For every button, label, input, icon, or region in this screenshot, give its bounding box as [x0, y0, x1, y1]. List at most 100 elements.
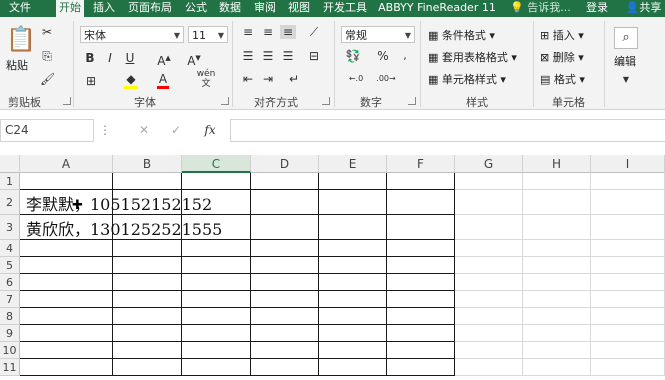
grid-cell[interactable] — [319, 308, 387, 325]
grid-cell[interactable] — [113, 257, 182, 274]
conditional-format-button[interactable]: ▦ 条件格式 ▾ — [428, 27, 495, 43]
grid-cell[interactable] — [20, 291, 113, 308]
grid-cell[interactable] — [319, 325, 387, 342]
grid-cell[interactable] — [387, 325, 455, 342]
grid-cell[interactable] — [251, 291, 319, 308]
grid-cell[interactable] — [523, 190, 591, 215]
grid-cell[interactable] — [20, 359, 113, 376]
tab-developer[interactable]: 开发工具 — [319, 0, 371, 17]
grid-cell[interactable] — [113, 291, 182, 308]
increase-indent-icon[interactable]: ⇥ — [260, 72, 276, 86]
grid-cell[interactable] — [523, 308, 591, 325]
align-left-icon[interactable]: ☰ — [240, 49, 256, 63]
cell-a3[interactable]: 黄欣欣，1301252521555 — [26, 216, 222, 240]
tab-data[interactable]: 数据 — [216, 0, 244, 17]
row-header[interactable]: 5 — [0, 257, 20, 274]
column-header[interactable]: A — [20, 155, 113, 173]
grid-cell[interactable] — [319, 173, 387, 190]
grid-cell[interactable] — [251, 215, 319, 240]
grid-cell[interactable] — [319, 257, 387, 274]
grid-cell[interactable] — [455, 274, 523, 291]
login-link[interactable]: 登录 — [583, 0, 611, 17]
align-center-icon[interactable]: ☰ — [260, 49, 276, 63]
row-header[interactable]: 3 — [0, 215, 20, 240]
grid-cell[interactable] — [455, 215, 523, 240]
grid-cell[interactable] — [182, 308, 251, 325]
grow-font-icon[interactable]: A▲ — [150, 51, 178, 68]
clipboard-launcher-icon[interactable] — [63, 97, 71, 105]
tab-view[interactable]: 视图 — [285, 0, 313, 17]
row-header[interactable]: 8 — [0, 308, 20, 325]
grid-cell[interactable] — [387, 342, 455, 359]
phonetic-icon[interactable]: wén 文 — [194, 69, 218, 89]
shrink-font-icon[interactable]: A▼ — [180, 51, 208, 68]
grid-cell[interactable] — [523, 215, 591, 240]
grid-cell[interactable] — [591, 215, 665, 240]
grid-cell[interactable] — [319, 215, 387, 240]
grid-cell[interactable] — [20, 325, 113, 342]
grid-cell[interactable] — [251, 274, 319, 291]
grid-cell[interactable] — [591, 342, 665, 359]
grid-cell[interactable] — [523, 291, 591, 308]
grid-cell[interactable] — [319, 359, 387, 376]
grid-cell[interactable] — [387, 215, 455, 240]
grid-cell[interactable] — [455, 173, 523, 190]
paste-button[interactable]: 粘贴 — [6, 57, 28, 73]
cell-styles-button[interactable]: ▦ 单元格样式 ▾ — [428, 71, 506, 87]
grid-cell[interactable] — [455, 325, 523, 342]
grid-cell[interactable] — [455, 190, 523, 215]
percent-icon[interactable]: % — [376, 49, 390, 63]
grid-cell[interactable] — [319, 274, 387, 291]
column-header[interactable]: B — [113, 155, 182, 173]
grid-cell[interactable] — [523, 274, 591, 291]
column-header[interactable]: F — [387, 155, 455, 173]
alignment-launcher-icon[interactable] — [322, 97, 330, 105]
grid-cell[interactable] — [387, 308, 455, 325]
grid-cell[interactable] — [251, 325, 319, 342]
grid-cell[interactable] — [113, 359, 182, 376]
grid-cell[interactable] — [455, 308, 523, 325]
grid-cell[interactable] — [319, 342, 387, 359]
grid-cell[interactable] — [387, 173, 455, 190]
grid-cell[interactable] — [113, 342, 182, 359]
grid-cell[interactable] — [387, 240, 455, 257]
editing-button[interactable]: 编辑 — [614, 53, 636, 69]
grid-cell[interactable] — [113, 173, 182, 190]
grid-cell[interactable] — [182, 359, 251, 376]
select-all-corner[interactable] — [0, 155, 20, 173]
enter-icon[interactable]: ✓ — [170, 123, 182, 137]
row-header[interactable]: 10 — [0, 342, 20, 359]
grid-cell[interactable] — [523, 342, 591, 359]
grid-cell[interactable] — [523, 257, 591, 274]
grid-cell[interactable] — [113, 308, 182, 325]
grid-cell[interactable] — [182, 291, 251, 308]
grid-cell[interactable] — [113, 325, 182, 342]
grid-cell[interactable] — [591, 325, 665, 342]
tab-formulas[interactable]: 公式 — [182, 0, 210, 17]
italic-icon[interactable]: I — [104, 51, 116, 65]
grid-cell[interactable] — [113, 274, 182, 291]
grid-cell[interactable] — [387, 257, 455, 274]
underline-icon[interactable]: U — [124, 51, 136, 65]
tab-abbyy[interactable]: ABBYY FineReader 11 — [376, 0, 498, 17]
number-launcher-icon[interactable] — [408, 97, 416, 105]
tell-me-search[interactable]: 💡 告诉我... — [510, 0, 571, 17]
align-middle-icon[interactable]: ≡ — [260, 25, 276, 39]
grid-cell[interactable] — [455, 342, 523, 359]
grid-cell[interactable] — [182, 342, 251, 359]
grid-cell[interactable] — [251, 342, 319, 359]
cell-a2[interactable]: 李默默，105152152152 — [26, 191, 212, 215]
paste-icon[interactable]: 📋 — [6, 25, 36, 53]
cut-icon[interactable]: ✂ — [40, 25, 54, 39]
magnifier-icon[interactable]: ⌕ — [614, 27, 638, 49]
column-header[interactable]: H — [523, 155, 591, 173]
grid-cell[interactable] — [591, 359, 665, 376]
row-header[interactable]: 4 — [0, 240, 20, 257]
row-header[interactable]: 2 — [0, 190, 20, 215]
merge-center-icon[interactable]: ⊟ — [306, 49, 322, 63]
grid-cell[interactable] — [387, 359, 455, 376]
insert-function-icon[interactable]: fx — [202, 123, 218, 137]
grid-cell[interactable] — [182, 240, 251, 257]
grid-cell[interactable] — [251, 359, 319, 376]
grid-cell[interactable] — [319, 291, 387, 308]
